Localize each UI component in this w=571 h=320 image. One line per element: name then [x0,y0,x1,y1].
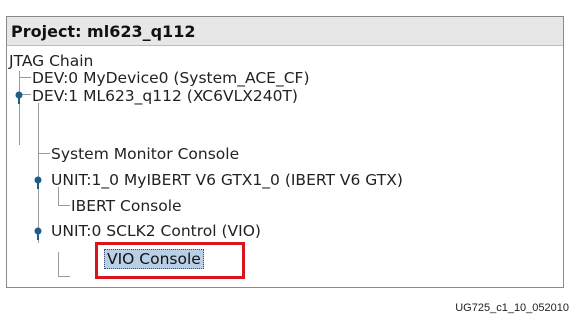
tree-node-dev0[interactable]: DEV:0 MyDevice0 (System_ACE_CF) [32,68,310,88]
panel-title: Project: ml623_q112 [7,17,563,46]
expanded-node-icon[interactable] [11,89,27,105]
tree-node-dev1[interactable]: DEV:1 ML623_q112 (XC6VLX240T) [32,86,298,106]
tree-node-vio-console[interactable]: VIO Console [104,249,204,269]
tree-node-ibert-console[interactable]: IBERT Console [71,196,182,216]
tree-connector-ibert [58,205,70,206]
project-panel: Project: ml623_q112 JTAG Chain DEV:0 MyD… [6,16,564,288]
tree-connector-vio [58,276,70,277]
expanded-node-icon[interactable] [30,225,46,241]
tree-node-system-monitor-console[interactable]: System Monitor Console [51,144,239,164]
tree-connector-unit0-children [58,252,59,276]
tree-node-unit0[interactable]: UNIT:0 SCLK2 Control (VIO) [51,221,261,241]
expanded-node-icon[interactable] [30,174,46,190]
project-tree[interactable]: JTAG Chain DEV:0 MyDevice0 (System_ACE_C… [7,47,563,287]
figure-caption: UG725_c1_10_052010 [455,302,569,314]
tree-connector-sysmon [38,153,50,154]
tree-node-unit1[interactable]: UNIT:1_0 MyIBERT V6 GTX1_0 (IBERT V6 GTX… [51,170,403,190]
tree-connector-root [19,71,20,145]
tree-connector-dev1-children [38,103,39,243]
tree-connector-dev0 [19,77,31,78]
